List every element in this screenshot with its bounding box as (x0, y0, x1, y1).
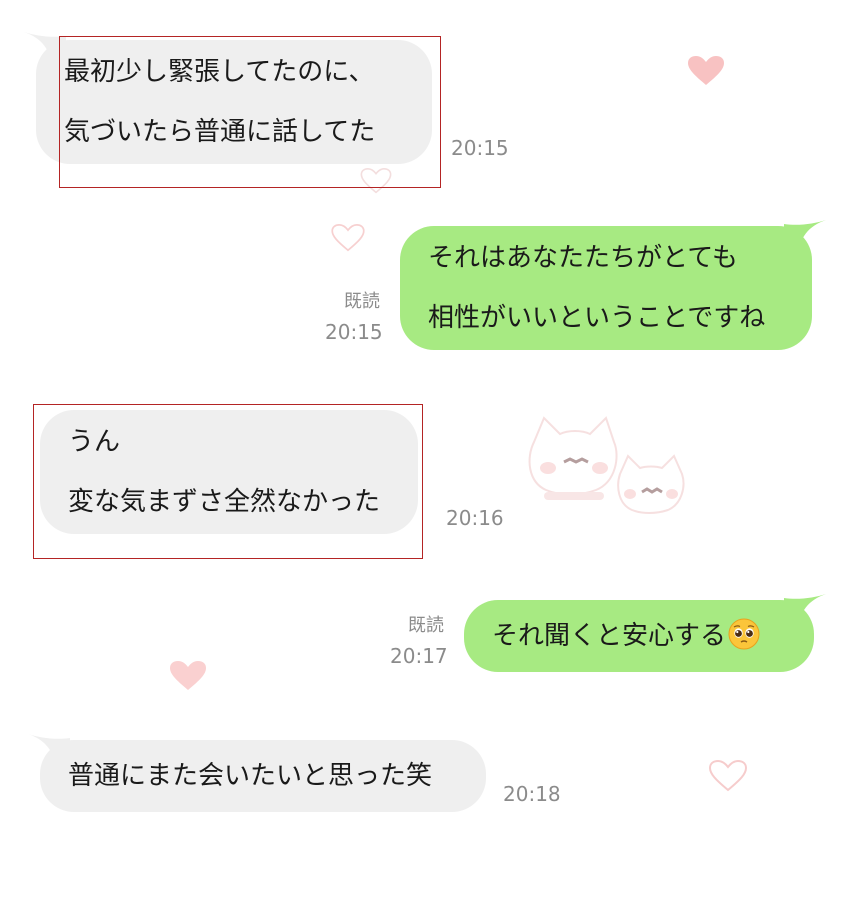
read-receipt: 既読 (344, 291, 380, 312)
highlight-box (33, 404, 423, 559)
heart-decoration-icon (688, 56, 724, 85)
message-text-line: それはあなたたちがとても (428, 243, 738, 273)
heart-outline-decoration-icon (708, 760, 748, 792)
read-receipt: 既読 (408, 615, 444, 636)
message-timestamp: 20:17 (390, 644, 448, 668)
message-text: 普通にまた会いたいと思った笑 (68, 761, 433, 791)
received-message-bubble[interactable]: 普通にまた会いたいと思った笑 (40, 740, 486, 812)
message-text: それ聞くと安心する (492, 621, 727, 651)
cat-stamp-decoration-icon (528, 416, 685, 514)
heart-outline-decoration-icon (331, 224, 365, 252)
highlight-box (59, 36, 441, 188)
heart-decoration-icon (170, 661, 206, 690)
message-text-line: 相性がいいということですね (428, 303, 766, 333)
sent-message-bubble[interactable]: それ聞くと安心する (464, 600, 814, 672)
sent-message-bubble[interactable]: それはあなたたちがとても 相性がいいということですね (400, 226, 812, 350)
message-timestamp: 20:15 (325, 320, 383, 344)
message-timestamp: 20:16 (446, 506, 504, 530)
pleading-face-icon (728, 618, 760, 650)
message-timestamp: 20:15 (451, 136, 509, 160)
message-timestamp: 20:18 (503, 782, 561, 806)
